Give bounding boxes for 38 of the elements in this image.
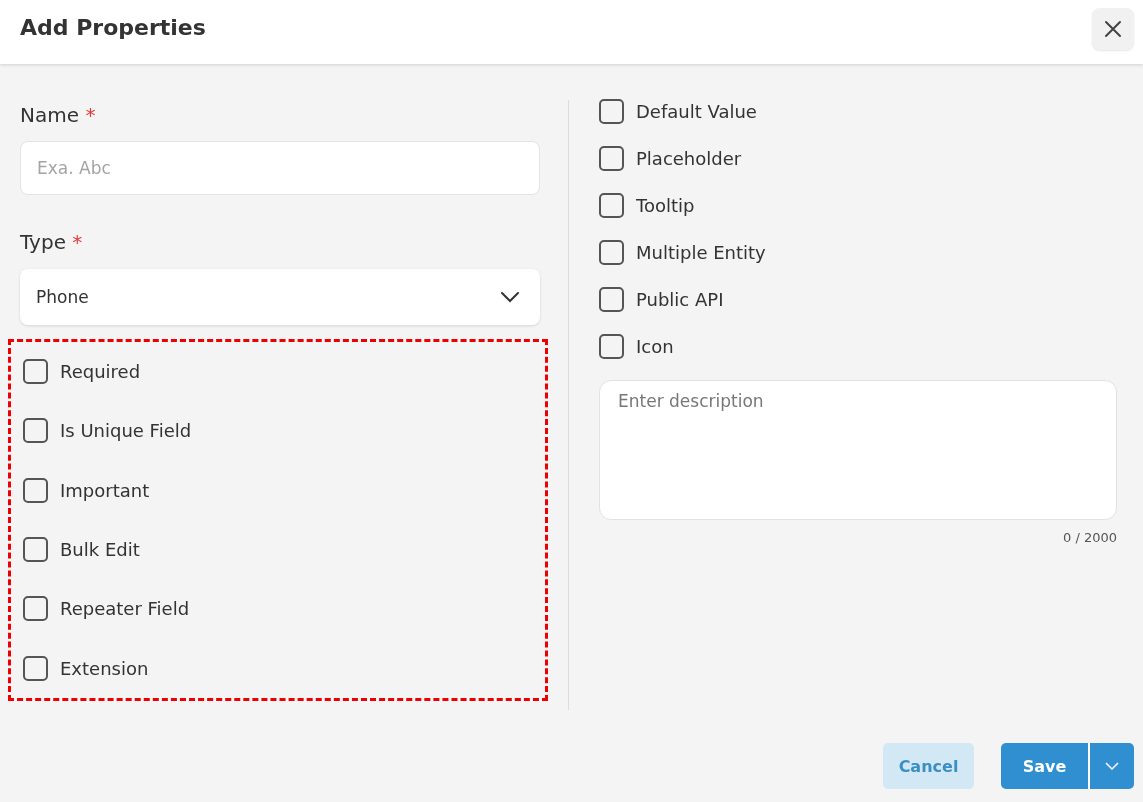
checkbox[interactable] — [599, 240, 624, 265]
save-button[interactable]: Save — [1001, 743, 1088, 789]
checkbox[interactable] — [23, 418, 48, 444]
checkbox[interactable] — [599, 99, 624, 124]
name-input[interactable]: Exa. Abc — [20, 141, 540, 195]
checkbox-label: Important — [60, 479, 150, 501]
checkbox-label: Public API — [636, 289, 724, 310]
checkbox-label: Placeholder — [636, 148, 742, 169]
checkbox-label: Extension — [60, 657, 149, 679]
checkbox-label: Bulk Edit — [60, 539, 140, 561]
checkbox-label: Default Value — [636, 101, 757, 122]
close-button[interactable] — [1092, 8, 1134, 50]
close-icon — [1104, 20, 1122, 38]
field-label: Name * — [20, 102, 97, 129]
checkbox[interactable] — [599, 334, 624, 359]
chevron-down-icon — [1105, 762, 1119, 770]
checkbox[interactable] — [23, 596, 48, 622]
field-label: Type * — [20, 229, 84, 256]
checkbox[interactable] — [23, 477, 48, 503]
checkbox[interactable] — [23, 655, 48, 681]
checkbox[interactable] — [23, 537, 48, 563]
checkbox-label: Is Unique Field — [60, 420, 192, 442]
checkbox[interactable] — [23, 359, 48, 385]
checkbox-label: Multiple Entity — [636, 242, 766, 263]
checkbox[interactable] — [599, 146, 624, 171]
checkbox-label: Tooltip — [636, 195, 695, 216]
type-select[interactable]: Phone — [20, 269, 540, 325]
checkbox-label: Required — [60, 361, 141, 383]
dialog-title: Add Properties — [20, 14, 206, 40]
character-counter: 0 / 2000 — [1062, 530, 1117, 545]
checkbox[interactable] — [599, 193, 624, 218]
chevron-down-icon — [500, 291, 520, 303]
cancel-button[interactable]: Cancel — [883, 743, 974, 789]
checkbox-label: Icon — [636, 336, 674, 357]
save-options-button[interactable] — [1088, 743, 1134, 789]
checkbox-label: Repeater Field — [60, 598, 190, 620]
checkbox[interactable] — [599, 287, 624, 312]
description-textarea[interactable]: Enter description — [599, 380, 1117, 520]
